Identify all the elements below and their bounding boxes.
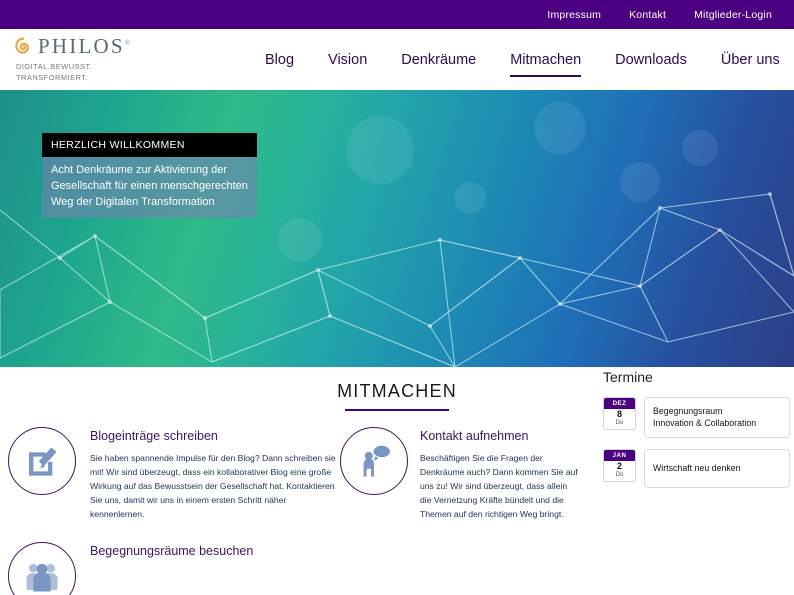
event-weekday: Do — [615, 419, 624, 426]
nav-item-ueber-uns[interactable]: Über uns — [704, 52, 794, 68]
feature-title: Begegnungsräume besuchen — [90, 543, 254, 558]
nav-item-vision[interactable]: Vision — [311, 52, 384, 68]
event-title-line-2: Innovation & Collaboration — [653, 418, 757, 429]
logo-registered-mark: ® — [124, 38, 133, 47]
feature-icon-circle — [340, 427, 408, 495]
event-card[interactable]: Begegnungsraum Innovation & Collaboratio… — [644, 397, 790, 438]
feature-icon-circle — [8, 427, 76, 495]
logo-tagline-line-2: TRANSFORMIERT. — [16, 72, 88, 82]
feature-begegnungsraeume[interactable]: Begegnungsräume besuchen — [8, 541, 338, 595]
person-speech-bubble-icon — [363, 445, 390, 477]
nav-item-mitmachen[interactable]: Mitmachen — [493, 52, 598, 77]
events-sidebar: Termine DEZ 8 Do Begegnungsraum Innovati… — [594, 367, 790, 499]
features-column-left: Blogeinträge schreiben Sie haben spannen… — [8, 427, 338, 595]
logo-word-text: PHILOS — [38, 33, 125, 58]
pencil-edit-icon — [29, 447, 57, 476]
event-title-line-1: Wirtschaft neu denken — [653, 463, 741, 474]
event-weekday: Do — [615, 471, 624, 478]
site-logo[interactable]: PHILOS® DIGITAL.BEWUSST. TRANSFORMIERT. — [0, 33, 133, 84]
events-title: Termine — [603, 369, 653, 385]
hero-subtitle: Acht Denkräume zur Aktivierung der Gesel… — [42, 157, 257, 219]
event-date-badge: DEZ 8 Do — [603, 397, 636, 430]
site-header: PHILOS® DIGITAL.BEWUSST. TRANSFORMIERT. … — [0, 29, 794, 90]
nav-item-denkraeume[interactable]: Denkräume — [384, 52, 493, 68]
feature-body: Blogeinträge schreiben Sie haben spannen… — [76, 427, 338, 522]
nav-item-downloads[interactable]: Downloads — [598, 52, 704, 68]
section-title-mitmachen: MITMACHEN — [337, 381, 457, 401]
main-content: MITMACHEN Blogeinträge schreiben Sie hab… — [0, 367, 794, 595]
event-day: 2 — [616, 460, 622, 471]
logo-wordmark: PHILOS® — [38, 33, 133, 58]
section-title-underline — [345, 409, 449, 411]
topbar-link-mitglieder-login[interactable]: Mitglieder-Login — [694, 9, 772, 21]
event-day: 8 — [616, 409, 622, 419]
top-utility-bar: Impressum Kontakt Mitglieder-Login — [0, 0, 794, 29]
event-item[interactable]: DEZ 8 Do Begegnungsraum Innovation & Col… — [594, 397, 790, 438]
logo-lockup: PHILOS® — [14, 33, 133, 58]
logo-tagline-line-1: DIGITAL.BEWUSST. — [16, 61, 93, 71]
feature-body: Kontakt aufnehmen Beschäftigen Sie die F… — [408, 427, 580, 522]
event-card[interactable]: Wirtschaft neu denken — [644, 448, 790, 488]
topbar-link-impressum[interactable]: Impressum — [547, 9, 601, 21]
philos-spiral-icon — [14, 37, 33, 56]
feature-blogeintraege[interactable]: Blogeinträge schreiben Sie haben spannen… — [8, 427, 338, 522]
nav-item-blog[interactable]: Blog — [248, 52, 311, 68]
event-month: JAN — [604, 449, 635, 461]
topbar-link-kontakt[interactable]: Kontakt — [629, 9, 666, 21]
feature-title: Kontakt aufnehmen — [420, 429, 529, 443]
feature-text: Beschäftigen Sie die Fragen der Denkräum… — [420, 453, 578, 519]
hero-banner: HERZLICH WILLKOMMEN Acht Denkräume zur A… — [0, 90, 794, 367]
event-title-line-1: Begegnungsraum — [653, 406, 723, 416]
feature-text: Sie haben spannende Impulse für den Blog… — [90, 453, 336, 519]
feature-title: Blogeinträge schreiben — [90, 429, 218, 443]
logo-tagline: DIGITAL.BEWUSST. TRANSFORMIERT. — [16, 62, 132, 84]
feature-icon-circle — [8, 541, 76, 595]
features-column-right: Kontakt aufnehmen Beschäftigen Sie die F… — [340, 427, 600, 534]
feature-body: Begegnungsräume besuchen — [76, 542, 253, 567]
main-navigation: Blog Vision Denkräume Mitmachen Download… — [248, 29, 794, 90]
event-date-badge: JAN 2 Do — [603, 448, 636, 482]
hero-network-graphic — [0, 102, 794, 367]
feature-kontakt-aufnehmen[interactable]: Kontakt aufnehmen Beschäftigen Sie die F… — [340, 427, 600, 522]
event-month: DEZ — [604, 398, 635, 409]
event-item[interactable]: JAN 2 Do Wirtschaft neu denken — [594, 448, 790, 488]
hero-kicker: HERZLICH WILLKOMMEN — [42, 133, 257, 157]
hero-text-block: HERZLICH WILLKOMMEN Acht Denkräume zur A… — [42, 133, 257, 219]
people-group-icon — [26, 563, 58, 592]
